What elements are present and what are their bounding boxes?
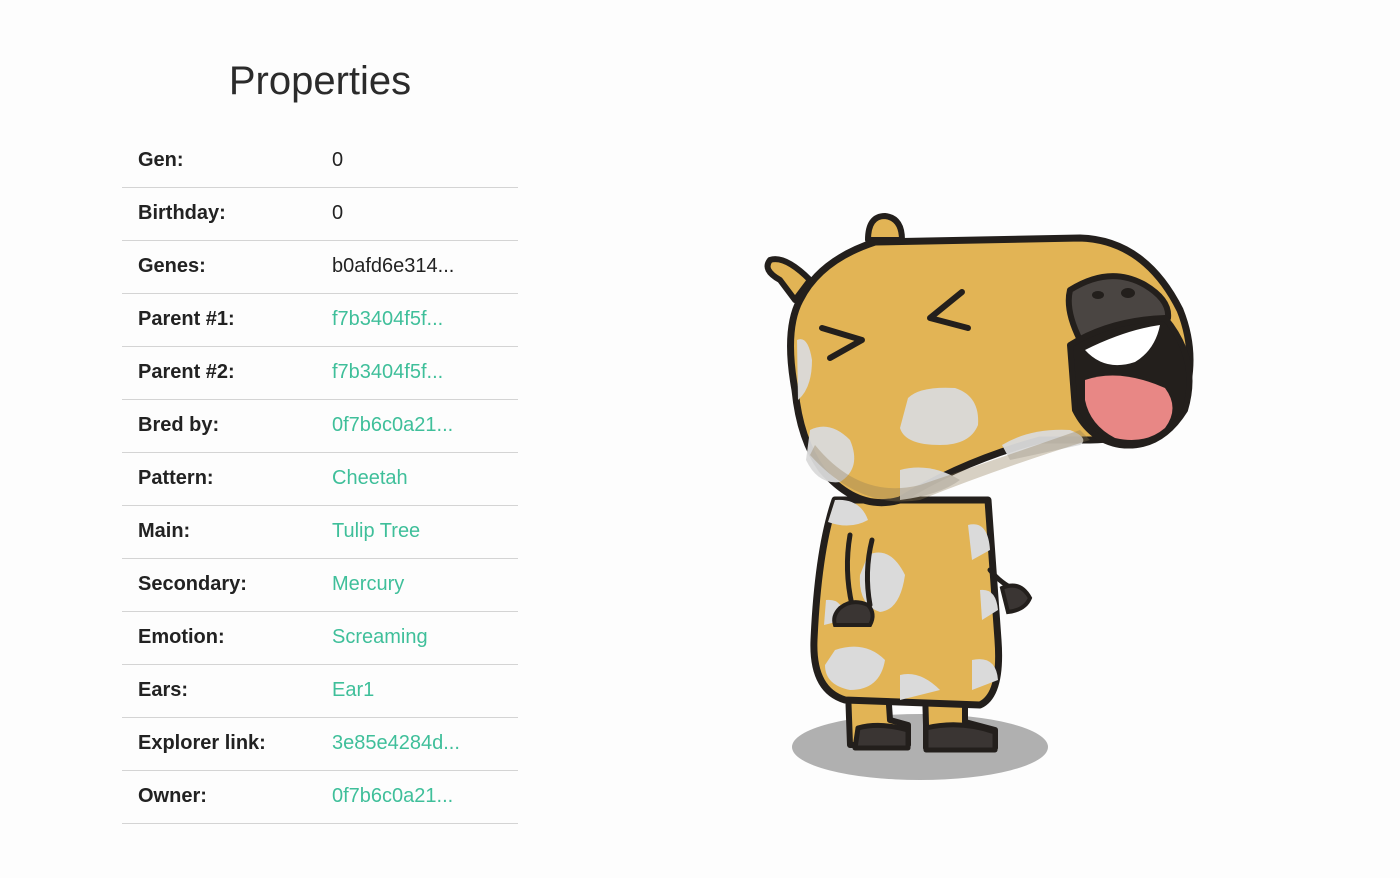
properties-panel: Properties Gen: 0 Birthday: 0 Genes: b0afd6e3… xyxy=(122,40,518,824)
property-link[interactable]: 0f7b6c0a21... xyxy=(331,399,518,452)
property-link[interactable]: Mercury xyxy=(331,558,518,611)
property-link[interactable]: f7b3404f5f... xyxy=(331,293,518,346)
ground-shadow xyxy=(792,714,1048,780)
ear-top xyxy=(865,213,905,243)
property-link[interactable]: f7b3404f5f... xyxy=(331,346,518,399)
property-label: Owner: xyxy=(138,785,207,807)
property-row: Parent #1: f7b3404f5f... xyxy=(122,293,518,346)
properties-table: Gen: 0 Birthday: 0 Genes: b0afd6e314... Parent… xyxy=(122,134,518,824)
property-value: b0afd6e314... xyxy=(332,255,455,277)
property-label: Explorer link: xyxy=(138,732,266,754)
property-row: Emotion: Screaming xyxy=(122,611,518,664)
page: Properties Gen: 0 Birthday: 0 Genes: b0afd6e3… xyxy=(0,0,1400,878)
property-row: Pattern: Cheetah xyxy=(122,452,518,505)
property-row: Genes: b0afd6e314... xyxy=(122,240,518,293)
property-row: Birthday: 0 xyxy=(122,187,518,240)
property-label: Emotion: xyxy=(138,626,225,648)
property-row: Ears: Ear1 xyxy=(122,664,518,717)
property-value: 0 xyxy=(332,202,344,224)
property-link[interactable]: 3e85e4284d... xyxy=(331,717,518,770)
property-link[interactable]: Cheetah xyxy=(331,452,518,505)
property-label: Parent #2: xyxy=(138,361,235,383)
property-link[interactable]: Ear1 xyxy=(331,664,518,717)
property-value: 0 xyxy=(332,148,344,171)
property-label: Main: xyxy=(138,520,191,542)
property-label: Pattern: xyxy=(138,467,214,489)
property-link[interactable]: Screaming xyxy=(331,611,518,664)
property-row: Bred by: 0f7b6c0a21... xyxy=(122,399,518,452)
property-row: Main: Tulip Tree xyxy=(122,505,518,558)
property-label: Ears: xyxy=(138,679,189,701)
property-row: Gen: 0 xyxy=(122,134,518,187)
property-row: Owner: 0f7b6c0a21... xyxy=(122,770,518,823)
property-label: Secondary: xyxy=(138,573,247,595)
property-label: Bred by: xyxy=(138,414,220,436)
property-link[interactable]: Tulip Tree xyxy=(331,505,518,558)
property-label: Genes: xyxy=(138,255,206,277)
property-label: Birthday: xyxy=(138,202,226,224)
property-link[interactable]: 0f7b6c0a21... xyxy=(331,770,518,823)
property-label: Gen: xyxy=(138,148,184,171)
capybara-screaming-image xyxy=(764,213,1194,780)
capybara-head xyxy=(764,213,1194,507)
page-title: Properties xyxy=(228,59,412,103)
property-label: Parent #1: xyxy=(138,308,235,330)
property-row: Parent #2: f7b3404f5f... xyxy=(122,346,518,399)
property-row: Explorer link: 3e85e4284d... xyxy=(122,717,518,770)
property-row: Secondary: Mercury xyxy=(122,558,518,611)
